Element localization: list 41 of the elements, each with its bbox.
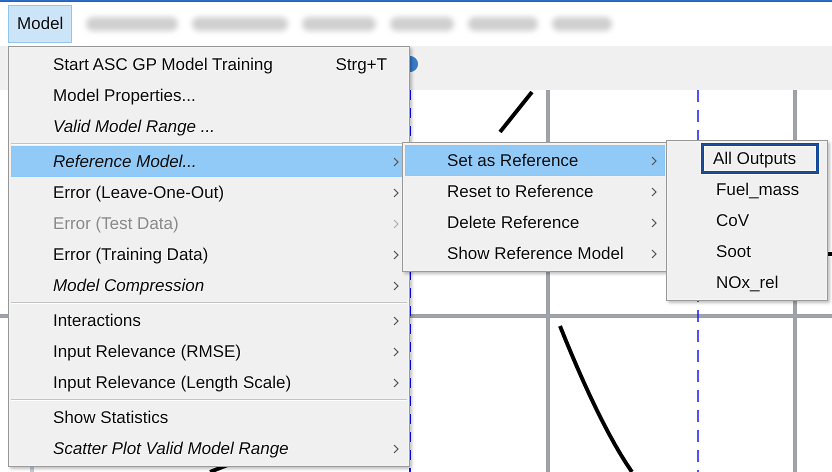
blurred-menu-item[interactable]: [86, 17, 178, 31]
menu-item[interactable]: Show Statistics: [11, 402, 407, 433]
chevron-icon: [651, 156, 657, 166]
chevron-icon: [393, 156, 399, 166]
menu-item[interactable]: Reset to Reference: [405, 176, 665, 207]
menu-item[interactable]: Error (Training Data): [11, 239, 407, 270]
menu-item[interactable]: Model Properties...: [11, 80, 407, 111]
blurred-menu-item[interactable]: [552, 17, 612, 31]
blurred-menu-item[interactable]: [192, 17, 288, 31]
menu-item[interactable]: Start ASC GP Model Training Strg+T: [11, 49, 407, 80]
menu-item[interactable]: Fuel_mass: [669, 174, 825, 205]
blurred-menu-item[interactable]: [390, 17, 454, 31]
chevron-icon: [393, 218, 399, 228]
blurred-menu-item[interactable]: [468, 17, 538, 31]
chevron-icon: [651, 248, 657, 258]
chevron-icon: [393, 188, 399, 198]
menu-item[interactable]: Scatter Plot Valid Model Range: [11, 433, 407, 464]
menu-item[interactable]: Error (Leave-One-Out): [11, 177, 407, 208]
menu-item[interactable]: Interactions: [11, 305, 407, 336]
menu-item[interactable]: Set as Reference: [405, 145, 665, 176]
chevron-icon: [393, 378, 399, 388]
menu-item[interactable]: Delete Reference: [405, 207, 665, 238]
menu-item[interactable]: Model Compression: [11, 270, 407, 301]
menu-item[interactable]: Soot: [669, 236, 825, 267]
chevron-icon: [393, 346, 399, 356]
menu-item[interactable]: All Outputs: [701, 143, 819, 174]
menu-item[interactable]: Input Relevance (Length Scale): [11, 367, 407, 398]
menu-bar-item[interactable]: Model: [8, 5, 72, 43]
menu-item[interactable]: NOx_rel: [669, 267, 825, 298]
curve-line: [498, 90, 534, 134]
chevron-icon: [651, 186, 657, 196]
menu-item[interactable]: Input Relevance (RMSE): [11, 336, 407, 367]
chevron-icon: [393, 250, 399, 260]
chevron-icon: [393, 316, 399, 326]
menu-item[interactable]: Valid Model Range ...: [11, 111, 407, 142]
menu-item[interactable]: CoV: [669, 205, 825, 236]
chevron-icon: [393, 280, 399, 290]
chevron-icon: [651, 218, 657, 228]
menu-item[interactable]: Show Reference Model: [405, 238, 665, 269]
blurred-menu-item[interactable]: [302, 17, 376, 31]
chevron-icon: [393, 444, 399, 454]
